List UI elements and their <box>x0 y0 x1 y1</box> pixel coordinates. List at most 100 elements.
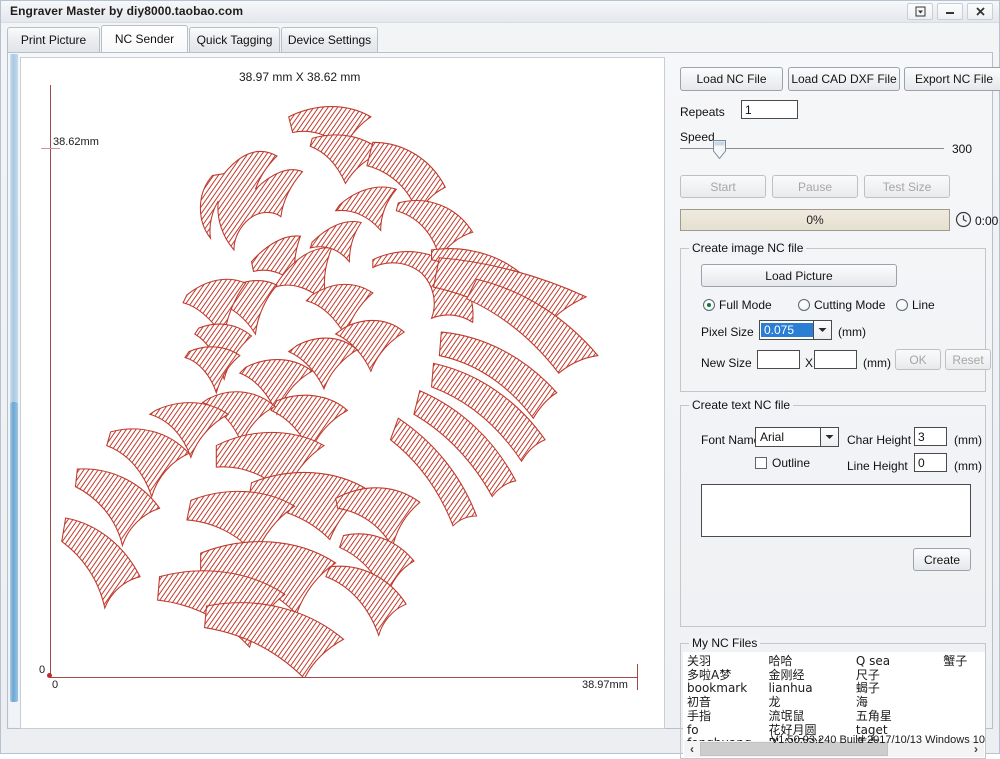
version-label: V1.50.93.240 Build 2017/10/13 Windows 10 <box>770 734 985 746</box>
line-height-unit: (mm) <box>954 459 982 473</box>
canvas-vertical-scrollbar[interactable] <box>9 54 19 727</box>
tab-device-settings[interactable]: Device Settings <box>281 27 378 52</box>
radio-label: Cutting Mode <box>814 298 886 312</box>
restore-icon <box>915 6 925 17</box>
progress-bar: 0% <box>680 209 950 231</box>
new-size-separator: X <box>805 356 814 370</box>
pixel-size-value: 0.075 <box>761 323 813 337</box>
title-bar: Engraver Master by diy8000.taobao.com <box>1 1 999 23</box>
pause-button[interactable]: Pause <box>772 175 858 198</box>
minimize-icon <box>946 11 954 14</box>
list-item[interactable]: lianhua <box>768 682 855 696</box>
list-item[interactable]: Q sea <box>856 654 943 669</box>
char-height-unit: (mm) <box>954 433 982 447</box>
radio-label: Full Mode <box>719 298 772 312</box>
radio-label: Line <box>912 298 935 312</box>
text-content-area[interactable] <box>701 484 971 537</box>
horizontal-ruler-tick <box>637 664 638 690</box>
create-text-nc-title: Create text NC file <box>689 398 794 412</box>
nc-sender-panel: 38.97 mm X 38.62 mm 38.62mm 0 0 38.97mm <box>7 52 1000 759</box>
create-image-nc-title: Create image NC file <box>689 241 807 255</box>
list-item[interactable]: 蟹子 <box>943 654 983 669</box>
scorpion-artwork <box>61 106 599 677</box>
new-size-width-input[interactable] <box>757 350 800 369</box>
repeats-input[interactable] <box>741 100 798 119</box>
create-text-nc-group: Create text NC file Font Name Arial Char… <box>680 398 986 627</box>
radio-dot-icon <box>703 299 715 311</box>
reset-button[interactable]: Reset <box>945 349 991 370</box>
pixel-size-label: Pixel Size <box>701 325 754 339</box>
font-name-value: Arial <box>760 430 785 444</box>
line-height-input[interactable] <box>914 453 947 472</box>
list-item[interactable]: 关羽 <box>687 654 768 669</box>
dimension-label: 38.97 mm X 38.62 mm <box>239 70 361 84</box>
tab-print-picture[interactable]: Print Picture <box>7 27 100 52</box>
new-size-height-input[interactable] <box>814 350 857 369</box>
speed-slider-thumb[interactable] <box>713 140 726 160</box>
progress-label: 0% <box>806 213 824 227</box>
close-icon <box>975 7 985 16</box>
font-name-label: Font Name <box>701 433 761 447</box>
list-item[interactable]: 蝎子 <box>856 682 943 696</box>
tab-strip: Print Picture NC Sender Quick Tagging De… <box>7 25 993 52</box>
list-item[interactable]: 尺子 <box>856 668 943 683</box>
clock-icon <box>955 211 972 231</box>
tab-label: Device Settings <box>287 33 372 47</box>
list-item[interactable]: 初音 <box>687 695 768 710</box>
slider-thumb-icon <box>713 140 726 160</box>
minimize-button[interactable] <box>937 3 963 20</box>
list-item[interactable]: 海 <box>856 695 943 710</box>
export-nc-file-button[interactable]: Export NC File <box>904 67 1000 91</box>
preview-canvas[interactable]: 38.97 mm X 38.62 mm 38.62mm 0 0 38.97mm <box>20 57 665 729</box>
status-bar: V1.50.93.240 Build 2017/10/13 Windows 10 <box>7 731 993 751</box>
start-button[interactable]: Start <box>680 175 766 198</box>
list-item[interactable]: 手指 <box>687 709 768 724</box>
repeats-label: Repeats <box>680 105 725 119</box>
my-nc-files-title: My NC Files <box>689 636 761 650</box>
close-button[interactable] <box>967 3 993 20</box>
radio-dot-icon <box>798 299 810 311</box>
create-button[interactable]: Create <box>913 548 971 571</box>
scrollbar-track[interactable] <box>10 54 18 402</box>
window-controls <box>907 3 993 20</box>
load-cad-dxf-file-button[interactable]: Load CAD DXF File <box>788 67 900 91</box>
pixel-size-combo[interactable]: 0.075 <box>759 320 832 340</box>
window-title: Engraver Master by diy8000.taobao.com <box>10 4 244 18</box>
elapsed-time: 0:00 <box>975 214 999 228</box>
list-item[interactable]: 龙 <box>768 695 855 710</box>
pixel-size-unit: (mm) <box>838 325 866 339</box>
radio-full-mode[interactable]: Full Mode <box>703 298 772 312</box>
list-item[interactable]: 哈哈 <box>768 654 855 669</box>
line-height-label: Line Height <box>847 459 908 473</box>
create-image-nc-group: Create image NC file Load Picture Full M… <box>680 241 991 392</box>
horizontal-ruler <box>50 677 637 678</box>
tab-label: Print Picture <box>20 33 87 47</box>
control-panel: Load NC File Load CAD DXF File Export NC… <box>672 57 1000 759</box>
new-size-unit: (mm) <box>863 356 891 370</box>
ok-button[interactable]: OK <box>895 349 941 370</box>
outline-label: Outline <box>772 456 811 470</box>
origin-label-left: 0 <box>39 664 46 676</box>
radio-line-mode[interactable]: Line <box>896 298 935 312</box>
application-window: Engraver Master by diy8000.taobao.com Pr… <box>0 0 1000 759</box>
restore-button[interactable] <box>907 3 933 20</box>
test-size-button[interactable]: Test Size <box>864 175 950 198</box>
chevron-down-icon[interactable] <box>820 428 838 446</box>
char-height-label: Char Height <box>847 433 912 447</box>
scrollbar-thumb[interactable] <box>10 402 18 702</box>
checkbox-box-icon <box>755 457 767 469</box>
list-item[interactable]: 流氓鼠 <box>768 709 855 724</box>
char-height-input[interactable] <box>914 427 947 446</box>
list-item[interactable]: 金刚经 <box>768 668 855 683</box>
load-nc-file-button[interactable]: Load NC File <box>680 67 783 91</box>
tab-nc-sender[interactable]: NC Sender <box>101 25 188 52</box>
new-size-label: New Size <box>701 356 752 370</box>
outline-checkbox[interactable]: Outline <box>755 456 810 470</box>
font-name-combo[interactable]: Arial <box>755 427 839 447</box>
load-picture-button[interactable]: Load Picture <box>701 264 897 287</box>
list-item[interactable]: 多啦A梦 <box>687 668 768 683</box>
tab-quick-tagging[interactable]: Quick Tagging <box>189 27 280 52</box>
list-item[interactable]: 五角星 <box>856 709 943 724</box>
chevron-down-icon[interactable] <box>813 321 831 339</box>
radio-cutting-mode[interactable]: Cutting Mode <box>798 298 885 312</box>
